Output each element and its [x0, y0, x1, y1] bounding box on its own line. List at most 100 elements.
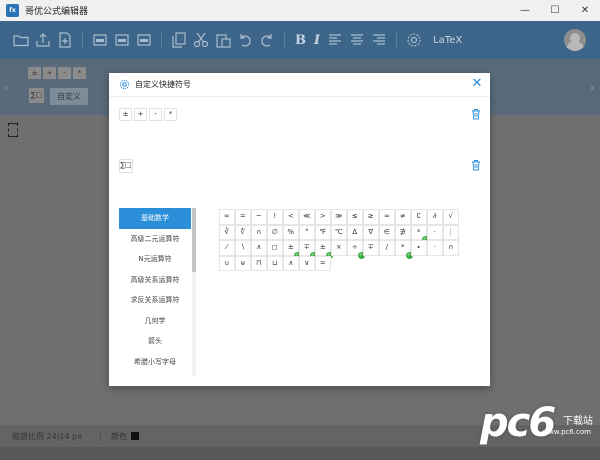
- symbol-cell[interactable]: ∂: [427, 209, 443, 225]
- symbol-cell[interactable]: ≥: [363, 209, 379, 225]
- symbol-cell[interactable]: ∙: [411, 240, 427, 256]
- symbol-cell[interactable]: * ✓: [411, 224, 429, 243]
- maximize-button[interactable]: ☐: [540, 0, 570, 21]
- symbol-cell[interactable]: ∓ ✓: [299, 240, 317, 259]
- strip-sum-key[interactable]: ∑□: [29, 88, 44, 103]
- symbol-cell[interactable]: ℉: [315, 224, 331, 240]
- avatar[interactable]: [564, 29, 586, 51]
- symbol-cell[interactable]: ·: [427, 240, 443, 256]
- category-item[interactable]: 高级二元运算符: [119, 229, 191, 250]
- strip-left-arrow-icon[interactable]: ‹: [4, 81, 8, 94]
- category-item[interactable]: 几何学: [119, 311, 191, 332]
- strip-key[interactable]: *: [73, 67, 86, 79]
- category-item[interactable]: 求反关系运算符: [119, 290, 191, 311]
- symbol-cell[interactable]: ∛: [219, 224, 235, 240]
- symbol-cell[interactable]: ∧: [251, 240, 267, 256]
- symbol-cell[interactable]: =: [315, 255, 331, 271]
- symbol-cell[interactable]: /: [379, 240, 395, 256]
- symbol-cell[interactable]: <: [283, 209, 299, 225]
- symbol-cell[interactable]: ≤: [347, 209, 363, 225]
- cut-icon[interactable]: [193, 32, 209, 48]
- undo-icon[interactable]: [237, 32, 253, 48]
- color-swatch[interactable]: [130, 432, 139, 440]
- symbol-cell[interactable]: ∌: [395, 224, 411, 240]
- trash-icon[interactable]: [471, 108, 481, 120]
- symbol-cell[interactable]: ≠: [395, 209, 411, 225]
- symbol-cell[interactable]: ·: [427, 224, 443, 240]
- symbol-cell[interactable]: ≪: [299, 209, 315, 225]
- custom-key[interactable]: *: [164, 108, 177, 121]
- symbol-cell[interactable]: ∩: [443, 240, 459, 256]
- strip-key[interactable]: +: [43, 67, 56, 79]
- export-image-icon[interactable]: [136, 32, 152, 48]
- symbol-cell[interactable]: ≫: [331, 209, 347, 225]
- align-center-icon[interactable]: [349, 32, 365, 48]
- symbol-cell[interactable]: ÷ ✓: [347, 240, 365, 259]
- category-scrollbar[interactable]: [192, 208, 196, 376]
- symbol-cell[interactable]: ℃: [331, 224, 347, 240]
- custom-key[interactable]: ∑□: [119, 159, 133, 173]
- paste-icon[interactable]: [215, 32, 231, 48]
- symbol-cell[interactable]: =: [235, 209, 251, 225]
- symbol-cell[interactable]: ⋮: [443, 224, 459, 240]
- symbol-cell[interactable]: ⊓: [251, 255, 267, 271]
- symbol-cell[interactable]: ≈: [379, 209, 395, 225]
- symbol-cell[interactable]: ∜: [235, 224, 251, 240]
- symbol-cell[interactable]: √: [443, 209, 459, 225]
- category-item[interactable]: 高级关系运算符: [119, 270, 191, 291]
- symbol-cell[interactable]: ∞: [219, 209, 235, 225]
- symbol-cell[interactable]: ×: [331, 240, 347, 256]
- symbol-cell[interactable]: ∩: [251, 224, 267, 240]
- symbol-cell[interactable]: ⁄: [219, 240, 235, 256]
- upload-icon[interactable]: [35, 32, 51, 48]
- latex-button[interactable]: LaTeX: [433, 35, 462, 46]
- custom-key[interactable]: +: [134, 108, 147, 121]
- symbol-cell[interactable]: ± ✓: [283, 240, 301, 259]
- category-item[interactable]: N元运算符: [119, 249, 191, 270]
- symbol-cell[interactable]: >: [315, 209, 331, 225]
- trash-icon[interactable]: [471, 159, 481, 171]
- custom-button[interactable]: 自定义: [50, 88, 88, 105]
- symbol-cell[interactable]: ∧: [283, 255, 299, 271]
- symbol-cell[interactable]: ∓: [363, 240, 379, 256]
- symbol-cell[interactable]: ∪: [219, 255, 235, 271]
- symbol-cell[interactable]: °: [299, 224, 315, 240]
- symbol-cell[interactable]: ~: [251, 209, 267, 225]
- folder-icon[interactable]: [13, 32, 29, 48]
- symbol-cell[interactable]: ∈: [379, 224, 395, 240]
- category-item[interactable]: 箭头: [119, 331, 191, 352]
- custom-key[interactable]: ±: [119, 108, 132, 121]
- settings-icon[interactable]: [406, 32, 422, 48]
- category-item[interactable]: 希腊小写字母: [119, 352, 191, 373]
- close-window-button[interactable]: ✕: [570, 0, 600, 21]
- redo-icon[interactable]: [259, 32, 275, 48]
- align-left-icon[interactable]: [327, 32, 343, 48]
- category-item[interactable]: 基础数学: [119, 208, 191, 229]
- copy-icon[interactable]: [171, 32, 187, 48]
- minimize-button[interactable]: —: [510, 0, 540, 21]
- bold-button[interactable]: B: [295, 33, 306, 48]
- export-image-icon[interactable]: [114, 32, 130, 48]
- symbol-cell[interactable]: ◻: [267, 240, 283, 256]
- symbol-cell[interactable]: !: [267, 209, 283, 225]
- scrollbar-thumb[interactable]: [192, 208, 196, 272]
- custom-key[interactable]: -: [149, 108, 162, 121]
- symbol-cell[interactable]: ∖: [235, 240, 251, 256]
- symbol-cell[interactable]: ⊔: [267, 255, 283, 271]
- input-placeholder-box[interactable]: [8, 123, 18, 137]
- symbol-cell[interactable]: ∅: [267, 224, 283, 240]
- export-image-icon[interactable]: [92, 32, 108, 48]
- symbol-cell[interactable]: * ✓: [395, 240, 413, 259]
- align-right-icon[interactable]: [371, 32, 387, 48]
- symbol-cell[interactable]: ± ✓: [315, 240, 333, 259]
- add-file-icon[interactable]: [57, 32, 73, 48]
- symbol-cell[interactable]: ∆: [347, 224, 363, 240]
- symbol-cell[interactable]: ∇: [363, 224, 379, 240]
- symbol-cell[interactable]: %: [283, 224, 299, 240]
- zoom-status[interactable]: 缩放比例 24|14 px: [12, 431, 82, 442]
- symbol-cell[interactable]: ∨: [299, 255, 315, 271]
- strip-key[interactable]: ±: [28, 67, 41, 79]
- italic-button[interactable]: I: [314, 33, 320, 48]
- close-icon[interactable]: ✕: [470, 77, 484, 91]
- strip-right-arrow-icon[interactable]: ›: [590, 81, 594, 94]
